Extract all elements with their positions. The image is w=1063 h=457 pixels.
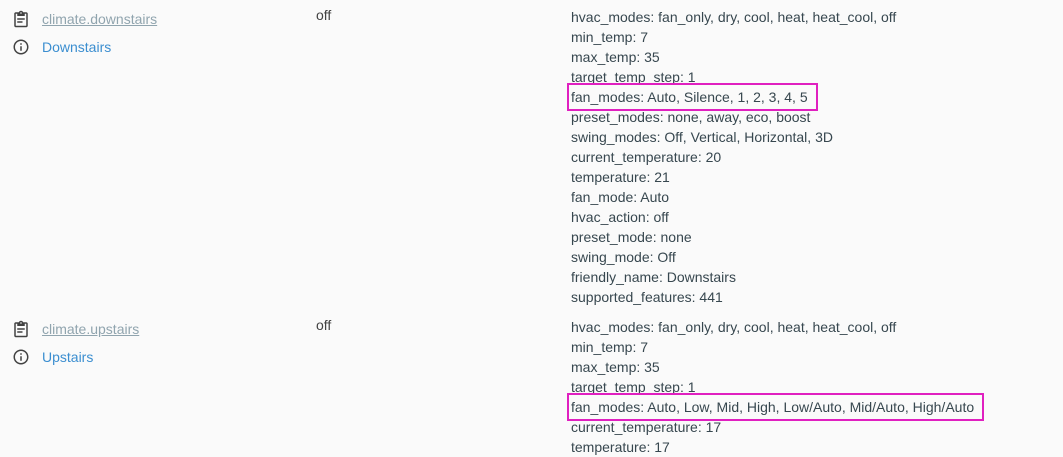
- attr-preset-modes: preset_modes: none, away, eco, boost: [571, 109, 811, 125]
- clipboard-copy-icon[interactable]: [11, 9, 31, 29]
- attr-temperature: temperature: 17: [571, 439, 670, 455]
- attr-hvac-modes: hvac_modes: fan_only, dry, cool, heat, h…: [571, 9, 897, 25]
- attr-current-temperature: current_temperature: 20: [571, 149, 722, 165]
- entity-state: off: [316, 7, 332, 23]
- info-circle-icon[interactable]: [11, 37, 31, 57]
- attr-hvac-modes: hvac_modes: fan_only, dry, cool, heat, h…: [571, 319, 897, 335]
- attr-preset-mode: preset_mode: none: [571, 229, 692, 245]
- attr-hvac-action: hvac_action: off: [571, 209, 669, 225]
- info-circle-icon[interactable]: [11, 347, 31, 367]
- attr-fan-modes-highlighted: fan_modes: Auto, Low, Mid, High, Low/Aut…: [566, 393, 985, 421]
- attr-target-temp-step: target_temp_step: 1: [571, 379, 696, 395]
- attr-current-temperature: current_temperature: 17: [571, 419, 722, 435]
- attr-temperature: temperature: 21: [571, 169, 670, 185]
- attr-swing-modes: swing_modes: Off, Vertical, Horizontal, …: [571, 129, 833, 145]
- entity-id-link[interactable]: climate.downstairs: [42, 11, 157, 27]
- entity-row-downstairs: climate.downstairs Downstairs off hvac_m…: [0, 0, 1063, 310]
- clipboard-copy-icon[interactable]: [11, 319, 31, 339]
- attr-fan-mode: fan_mode: Auto: [571, 189, 670, 205]
- entity-cell: climate.upstairs Upstairs: [11, 319, 291, 367]
- friendly-name-link[interactable]: Downstairs: [42, 39, 111, 55]
- attributes-list: hvac_modes: fan_only, dry, cool, heat, h…: [567, 7, 897, 307]
- attr-target-temp-step: target_temp_step: 1: [571, 69, 696, 85]
- attr-fan-modes-highlighted: fan_modes: Auto, Silence, 1, 2, 3, 4, 5: [567, 83, 818, 111]
- attr-swing-mode: swing_mode: Off: [571, 249, 676, 265]
- attr-friendly-name: friendly_name: Downstairs: [571, 269, 736, 285]
- entity-id-link[interactable]: climate.upstairs: [42, 321, 139, 337]
- attr-min-temp: min_temp: 7: [571, 29, 649, 45]
- attr-max-temp: max_temp: 35: [571, 49, 660, 65]
- attr-min-temp: min_temp: 7: [571, 339, 649, 355]
- attr-supported-features: supported_features: 441: [571, 289, 723, 305]
- friendly-name-link[interactable]: Upstairs: [42, 349, 93, 365]
- entity-row-upstairs: climate.upstairs Upstairs off hvac_modes…: [0, 310, 1063, 455]
- entity-cell: climate.downstairs Downstairs: [11, 9, 291, 57]
- entity-state: off: [316, 317, 332, 333]
- attr-max-temp: max_temp: 35: [571, 359, 660, 375]
- attributes-list: hvac_modes: fan_only, dry, cool, heat, h…: [566, 317, 985, 457]
